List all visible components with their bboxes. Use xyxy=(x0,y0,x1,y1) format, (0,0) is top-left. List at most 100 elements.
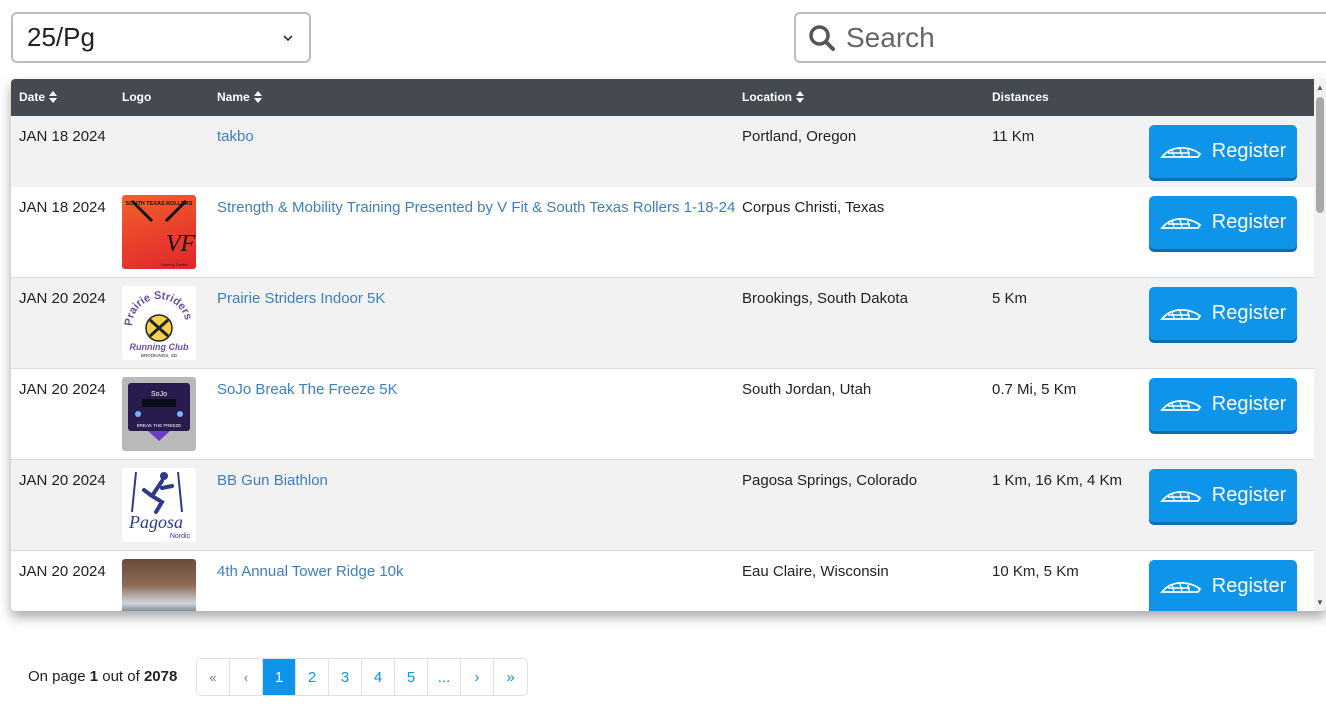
event-distances: 0.7 Mi, 5 Km xyxy=(992,381,1077,398)
register-label: Register xyxy=(1211,211,1287,233)
search-box[interactable] xyxy=(794,12,1326,63)
register-label: Register xyxy=(1211,140,1287,162)
event-location: Eau Claire, Wisconsin xyxy=(742,563,889,580)
event-date: JAN 20 2024 xyxy=(19,381,106,398)
register-label: Register xyxy=(1211,302,1287,324)
column-header-distances-label: Distances xyxy=(992,90,1049,104)
event-distances: 5 Km xyxy=(992,290,1028,307)
table-row: JAN 18 2024 SOUTH TEXAS ROLLERS VF Train… xyxy=(11,187,1314,278)
column-header-location-label: Location xyxy=(742,90,792,104)
page-button-3[interactable]: 3 xyxy=(329,659,362,695)
event-name-link[interactable]: Prairie Striders Indoor 5K xyxy=(217,290,385,307)
register-label: Register xyxy=(1211,484,1287,506)
event-location: South Jordan, Utah xyxy=(742,381,872,398)
search-icon xyxy=(809,24,835,51)
runner-shoe-icon xyxy=(1159,146,1201,158)
sojo-logo[interactable]: SoJo BREAK THE FREEZE xyxy=(122,377,196,451)
prev-page-button[interactable]: ‹ xyxy=(230,659,263,695)
register-button[interactable]: Register xyxy=(1149,378,1297,431)
table-row: JAN 20 2024 Prairie Striders Running Clu… xyxy=(11,278,1314,369)
page-button-4[interactable]: 4 xyxy=(362,659,395,695)
last-page-button[interactable]: » xyxy=(494,659,527,695)
register-button[interactable]: Register xyxy=(1149,125,1297,178)
register-button[interactable]: Register xyxy=(1149,287,1297,340)
event-date: JAN 20 2024 xyxy=(19,472,106,489)
event-date: JAN 20 2024 xyxy=(19,563,106,580)
column-header-date-label: Date xyxy=(19,90,46,104)
scroll-down-arrow-icon[interactable]: ▼ xyxy=(1316,598,1324,607)
ellipsis-button[interactable]: ... xyxy=(428,659,461,695)
table-row: JAN 20 2024 4th Annual Tower Ridge 10k E… xyxy=(11,551,1314,611)
runner-shoe-icon xyxy=(1159,308,1201,320)
table-row: JAN 20 2024 SoJo BREAK THE FREEZE SoJo B… xyxy=(11,369,1314,460)
south-texas-rollers-logo[interactable]: SOUTH TEXAS ROLLERS VF Training Center xyxy=(122,195,196,269)
page-button-1[interactable]: 1 xyxy=(263,659,296,695)
pagination: « ‹ 1 2 3 4 5 ... › » xyxy=(196,658,528,696)
event-date: JAN 18 2024 xyxy=(19,128,106,145)
svg-text:BROOKINGS, SD: BROOKINGS, SD xyxy=(141,353,178,358)
events-table: Date Logo Name Location Distances JAN 18… xyxy=(11,79,1326,611)
per-page-value: 25/Pg xyxy=(27,22,95,52)
svg-text:Nordic: Nordic xyxy=(170,533,191,540)
runner-shoe-icon xyxy=(1159,581,1201,593)
sort-icon xyxy=(49,91,58,103)
svg-text:BREAK THE FREEZE: BREAK THE FREEZE xyxy=(137,423,181,428)
page-button-2[interactable]: 2 xyxy=(296,659,329,695)
event-distances: 1 Km, 16 Km, 4 Km xyxy=(992,472,1123,489)
prairie-striders-logo[interactable]: Prairie Striders Running Club BROOKINGS,… xyxy=(122,286,196,360)
event-distances: 11 Km xyxy=(992,128,1035,145)
sort-icon xyxy=(796,91,804,103)
event-date: JAN 18 2024 xyxy=(19,199,106,216)
register-button[interactable]: Register xyxy=(1149,469,1297,522)
pagination-current-page: 1 xyxy=(89,668,99,685)
event-distances: 10 Km, 5 Km xyxy=(992,563,1079,580)
svg-text:Training Center: Training Center xyxy=(160,262,188,267)
svg-text:Running Club: Running Club xyxy=(130,342,189,352)
event-name-link[interactable]: Strength & Mobility Training Presented b… xyxy=(217,199,735,216)
search-input[interactable] xyxy=(844,20,1284,55)
per-page-select[interactable]: 25/Pg xyxy=(11,12,311,63)
event-date: JAN 20 2024 xyxy=(19,290,106,307)
event-name-link[interactable]: BB Gun Biathlon xyxy=(217,472,328,489)
svg-text:SoJo: SoJo xyxy=(151,391,167,398)
event-name-link[interactable]: SoJo Break The Freeze 5K xyxy=(217,381,398,398)
scrollbar-thumb[interactable] xyxy=(1316,97,1324,213)
pagination-info: On page 1 out of 2078 xyxy=(28,668,177,685)
next-page-button[interactable]: › xyxy=(461,659,494,695)
column-header-logo-label: Logo xyxy=(122,90,152,104)
register-label: Register xyxy=(1211,575,1287,597)
svg-text:VF: VF xyxy=(166,231,196,257)
event-location: Pagosa Springs, Colorado xyxy=(742,472,918,489)
tower-ridge-photo[interactable] xyxy=(122,559,196,611)
pagination-info-middle: out of xyxy=(102,668,140,685)
column-header-distances: Distances xyxy=(992,90,1049,104)
runner-shoe-icon xyxy=(1159,217,1201,229)
chevron-down-icon xyxy=(283,34,293,41)
pagosa-nordic-logo[interactable]: Pagosa Nordic xyxy=(122,468,196,542)
svg-text:SOUTH TEXAS ROLLERS: SOUTH TEXAS ROLLERS xyxy=(126,201,193,207)
column-header-name-label: Name xyxy=(217,90,250,104)
event-location: Corpus Christi, Texas xyxy=(742,199,885,216)
first-page-button[interactable]: « xyxy=(197,659,230,695)
event-location: Brookings, South Dakota xyxy=(742,290,908,307)
pagination-info-prefix: On page xyxy=(28,668,86,685)
svg-text:Pagosa: Pagosa xyxy=(128,512,183,532)
column-header-location[interactable]: Location xyxy=(742,90,804,104)
column-header-name[interactable]: Name xyxy=(217,90,262,104)
runner-shoe-icon xyxy=(1159,399,1201,411)
table-header: Date Logo Name Location Distances xyxy=(11,79,1314,116)
scroll-up-arrow-icon[interactable]: ▲ xyxy=(1316,83,1324,92)
register-label: Register xyxy=(1211,393,1287,415)
column-header-date[interactable]: Date xyxy=(19,90,58,104)
pagination-total-pages: 2078 xyxy=(143,668,178,685)
event-name-link[interactable]: takbo xyxy=(217,128,254,145)
event-location: Portland, Oregon xyxy=(742,128,857,145)
sort-icon xyxy=(253,91,262,103)
vertical-scrollbar[interactable]: ▲ ▼ xyxy=(1314,79,1326,611)
runner-shoe-icon xyxy=(1159,490,1201,502)
page-button-5[interactable]: 5 xyxy=(395,659,428,695)
column-header-logo: Logo xyxy=(122,90,151,104)
register-button[interactable]: Register xyxy=(1149,196,1297,249)
register-button[interactable]: Register xyxy=(1149,560,1297,611)
event-name-link[interactable]: 4th Annual Tower Ridge 10k xyxy=(217,563,404,580)
